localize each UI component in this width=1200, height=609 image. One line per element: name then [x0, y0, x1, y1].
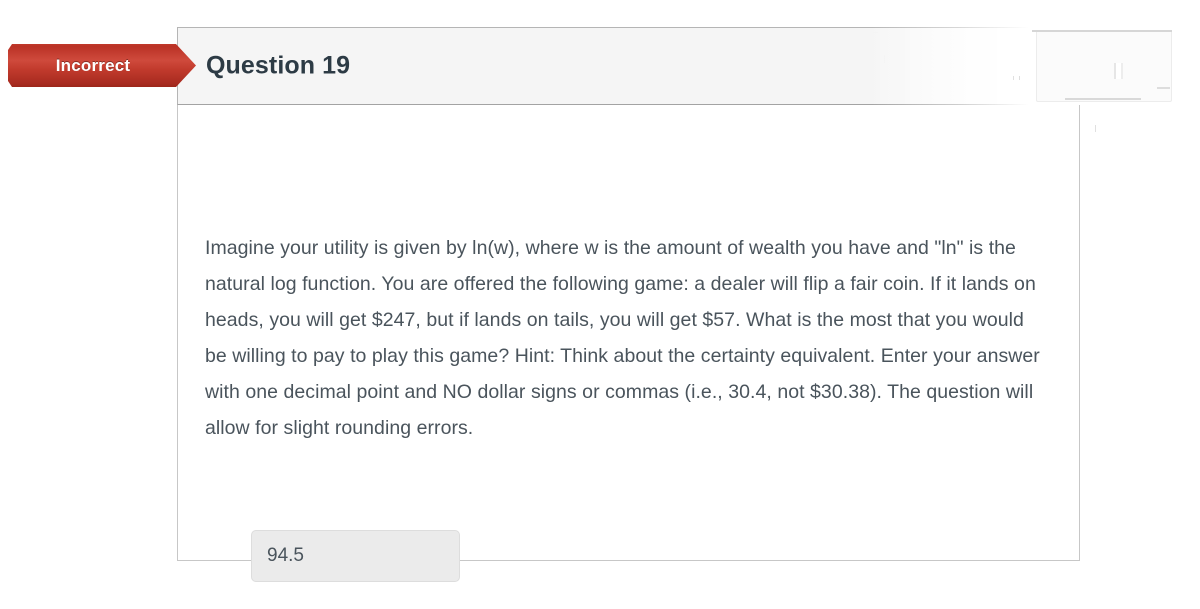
- question-body: Imagine your utility is given by ln(w), …: [177, 105, 1080, 582]
- question-text: Imagine your utility is given by ln(w), …: [205, 237, 1040, 439]
- question-header-fade: [869, 27, 1029, 105]
- ghost-dash-right: [1157, 87, 1170, 89]
- status-badge: Incorrect: [8, 44, 196, 87]
- page-title: Question 19: [206, 51, 351, 80]
- status-badge-label: Incorrect: [55, 55, 131, 75]
- question-panel: Question 19 Imagine your utility is give…: [177, 27, 1080, 582]
- ghost-mark-right: [1116, 63, 1121, 79]
- answer-input[interactable]: 94.5: [251, 530, 460, 582]
- ghost-tail-right: [1095, 125, 1096, 132]
- question-header: Question 19: [177, 27, 870, 105]
